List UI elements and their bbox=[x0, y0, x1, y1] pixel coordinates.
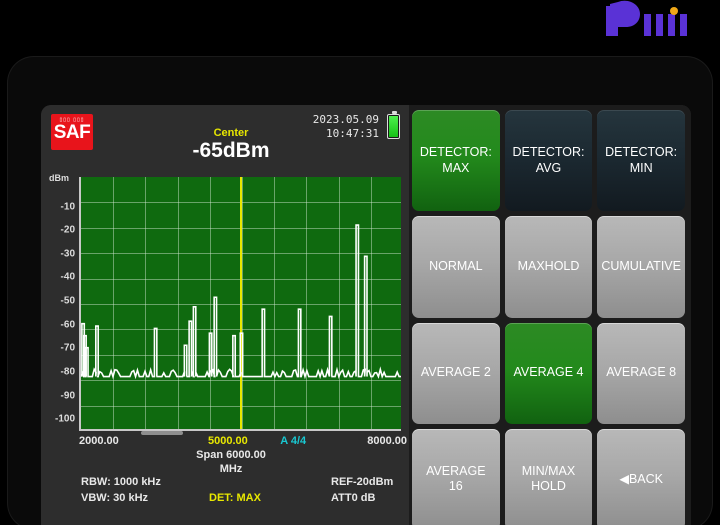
span-line-1: Span 6000.00 bbox=[196, 449, 266, 461]
button-label: AVERAGE 2 bbox=[421, 365, 491, 381]
attenuation-status: ATT0 dB bbox=[331, 492, 376, 504]
spectrum-trace bbox=[81, 177, 401, 429]
button-label-line-2: AVG bbox=[535, 160, 562, 175]
y-axis-unit-label: dBm bbox=[49, 173, 69, 183]
saf-brand-logo: ▯▯▯ ▯▯▯ SAF bbox=[51, 114, 93, 150]
y-axis-tick: -100 bbox=[54, 413, 75, 425]
softkey-button-grid: DETECTOR: MAX DETECTOR: AVG DETECTOR: MIN NORM… bbox=[409, 105, 691, 525]
button-label-line-1: AVERAGE 4 bbox=[513, 365, 584, 380]
battery-fill bbox=[389, 116, 398, 137]
reference-level-status: REF-20dBm bbox=[331, 476, 394, 488]
minmax-hold-button[interactable]: MIN/MAX HOLD bbox=[504, 428, 593, 525]
y-axis-tick: -80 bbox=[60, 366, 75, 378]
button-label-line-1: ◀BACK bbox=[619, 471, 663, 486]
y-axis-tick: -30 bbox=[60, 248, 75, 260]
button-label: DETECTOR: MAX bbox=[420, 145, 492, 176]
device-screen: ▯▯▯ ▯▯▯ SAF Center -65dBm 2023.05.09 10:… bbox=[41, 105, 691, 525]
datetime-readout: 2023.05.09 10:47:31 bbox=[313, 113, 379, 141]
y-axis-tick-labels: -10 -20 -30 -40 -50 -60 -70 -80 -90 -100 bbox=[41, 183, 77, 431]
device-body: ▯▯▯ ▯▯▯ SAF Center -65dBm 2023.05.09 10:… bbox=[8, 57, 712, 525]
detector-avg-button[interactable]: DETECTOR: AVG bbox=[504, 110, 593, 212]
average-8-button[interactable]: AVERAGE 8 bbox=[597, 322, 685, 424]
detector-max-button[interactable]: DETECTOR: MAX bbox=[412, 110, 500, 212]
y-axis-tick: -50 bbox=[60, 295, 75, 307]
average-2-button[interactable]: AVERAGE 2 bbox=[412, 322, 500, 424]
button-label: NORMAL bbox=[429, 259, 482, 275]
button-label: MIN/MAX HOLD bbox=[522, 464, 575, 495]
spectrum-plot bbox=[79, 177, 401, 431]
button-label: AVERAGE 8 bbox=[606, 365, 676, 381]
battery-full-icon bbox=[387, 111, 400, 139]
y-axis-tick: -20 bbox=[60, 224, 75, 236]
button-label-line-2: HOLD bbox=[531, 479, 566, 494]
button-label-line-1: AVERAGE 8 bbox=[606, 365, 677, 380]
cumulative-button[interactable]: CUMULATIVE bbox=[597, 216, 685, 318]
x-axis-tick: 2000.00 bbox=[79, 435, 119, 447]
button-label: AVERAGE 4 bbox=[514, 365, 584, 381]
detector-min-button[interactable]: DETECTOR: MIN bbox=[597, 110, 685, 212]
button-label-line-2: 16 bbox=[448, 479, 463, 494]
watermark-logo-icon bbox=[602, 0, 698, 42]
rbw-status: RBW: 1000 kHz bbox=[81, 476, 161, 488]
detector-status: DET: MAX bbox=[209, 492, 261, 504]
x-axis-tick: 8000.00 bbox=[367, 435, 407, 447]
vbw-status: VBW: 30 kHz bbox=[81, 492, 149, 504]
y-axis-tick: -10 bbox=[60, 201, 75, 213]
average-4-button[interactable]: AVERAGE 4 bbox=[504, 322, 593, 424]
button-label-line-1: NORMAL bbox=[429, 259, 483, 274]
button-label: AVERAGE 16 bbox=[426, 464, 486, 495]
center-label: Center bbox=[213, 127, 249, 139]
y-axis-tick: -90 bbox=[60, 390, 75, 402]
button-label: CUMULATIVE bbox=[601, 259, 681, 275]
button-label-line-2: MAX bbox=[442, 160, 470, 175]
trace-marker-label: A 4/4 bbox=[280, 435, 307, 447]
button-label-line-1: DETECTOR: bbox=[419, 145, 492, 159]
button-label-line-1: DETECTOR: bbox=[605, 145, 678, 159]
back-button[interactable]: ◀BACK bbox=[597, 428, 685, 525]
center-value: -65dBm bbox=[192, 139, 270, 163]
button-label: DETECTOR: MIN bbox=[605, 145, 677, 176]
button-label: DETECTOR: AVG bbox=[512, 145, 584, 176]
span-readout: Span 6000.00 MHz bbox=[161, 449, 301, 477]
page-root: ▯▯▯ ▯▯▯ SAF Center -65dBm 2023.05.09 10:… bbox=[0, 0, 720, 525]
saf-logo-text: SAF bbox=[53, 121, 91, 143]
button-label-line-2: MIN bbox=[629, 160, 653, 175]
button-label-line-1: MIN/MAX bbox=[521, 463, 576, 478]
date-text: 2023.05.09 bbox=[312, 113, 379, 126]
span-line-2: MHz bbox=[219, 462, 243, 475]
time-text: 10:47:31 bbox=[326, 126, 379, 140]
saf-logo-ticks: ▯▯▯ ▯▯▯ bbox=[59, 117, 85, 123]
button-label-line-1: AVERAGE 2 bbox=[420, 365, 491, 380]
y-axis-tick: -40 bbox=[60, 271, 75, 283]
button-label: ◀BACK bbox=[619, 472, 663, 488]
button-label-line-1: MAXHOLD bbox=[517, 259, 580, 274]
button-label-line-1: AVERAGE bbox=[426, 463, 486, 478]
normal-button[interactable]: NORMAL bbox=[412, 216, 500, 318]
spectrum-analyzer-panel: ▯▯▯ ▯▯▯ SAF Center -65dBm 2023.05.09 10:… bbox=[41, 105, 409, 525]
average-16-button[interactable]: AVERAGE 16 bbox=[412, 428, 500, 525]
x-axis-tick: 5000.00 bbox=[208, 435, 248, 447]
maxhold-button[interactable]: MAXHOLD bbox=[504, 216, 593, 318]
button-label-line-1: CUMULATIVE bbox=[601, 259, 681, 274]
center-readout: Center -65dBm bbox=[161, 127, 301, 163]
button-label: MAXHOLD bbox=[518, 259, 580, 275]
y-axis-tick: -60 bbox=[60, 319, 75, 331]
y-axis-tick: -70 bbox=[60, 342, 75, 354]
button-label-line-1: DETECTOR: bbox=[512, 145, 585, 159]
